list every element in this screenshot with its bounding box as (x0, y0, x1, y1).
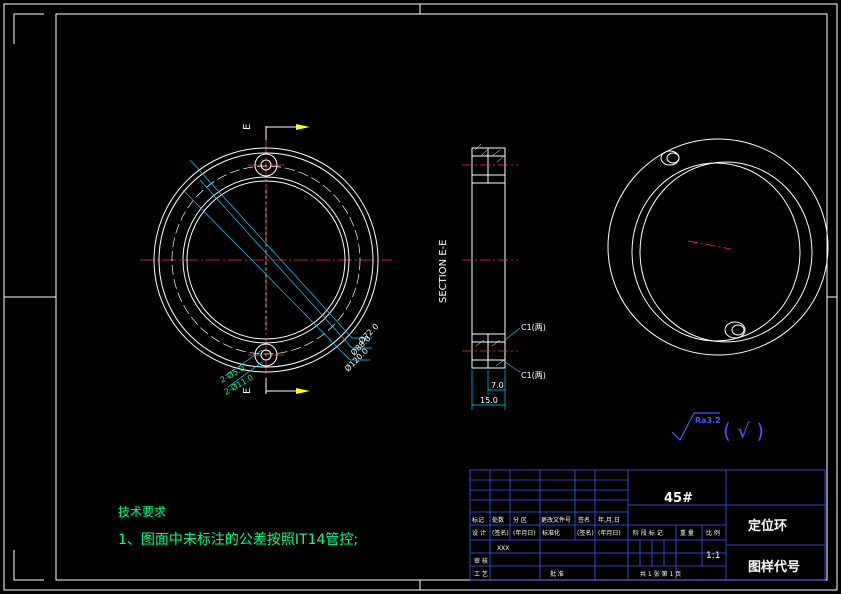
drawing-border (3, 3, 838, 591)
dim-step: 7.0 (491, 381, 504, 390)
front-view: Ø72.0 Ø88.0 Ø120.0 2-Ø5.0 2-Ø11.0 E E (140, 124, 392, 397)
row-label-mark: 标记 (472, 516, 484, 524)
process-label: 工 艺 (474, 570, 488, 578)
row-label-change-doc: 更改文件号 (541, 516, 571, 524)
row-value-sign-1: (签名) (492, 529, 509, 537)
stage-mark-label: 阶 段 标 记 (633, 529, 663, 537)
section-mark-bottom: E (242, 388, 253, 394)
row-label-zone: 分 区 (513, 516, 527, 524)
approve-label: 批 准 (550, 570, 564, 578)
tech-req-heading: 技术要求 (118, 505, 166, 519)
sheet-info: 共 1 张 第 1 页 (640, 570, 681, 578)
surface-finish-note: ( √ ) (723, 419, 764, 443)
dim-thickness: 15.0 (480, 396, 498, 405)
row-label-count: 处数 (492, 516, 504, 524)
material-value: 45# (664, 491, 693, 506)
designer-name: XXX (497, 545, 509, 552)
row-value-date-1: (年月日) (513, 529, 536, 537)
row-label-signature: 签名 (578, 516, 590, 524)
scale-value: 1:1 (706, 551, 720, 561)
isometric-view (607, 138, 829, 356)
row-value-date-2: (年月日) (598, 529, 621, 537)
technical-requirements: 技术要求 1、图面中未标注的公差按照IT14管控; (118, 505, 358, 548)
row-value-design: 设 计 (472, 529, 486, 537)
drawing-code: 图样代号 (748, 559, 800, 575)
section-mark-top: E (242, 124, 253, 130)
section-view: SECTION E-E 15.0 7.0 C1(两) C1(两) (438, 143, 546, 410)
section-title: SECTION E-E (438, 240, 449, 303)
surface-roughness-value: Ra3.2 (695, 416, 721, 425)
cad-drawing: Ø72.0 Ø88.0 Ø120.0 2-Ø5.0 2-Ø11.0 E E SE… (3, 3, 838, 591)
title-block: 45# 定位环 图样代号 1:1 共 1 张 第 1 页 阶 段 标 记 重 量… (469, 469, 826, 581)
dim-chamfer-top: C1(两) (521, 323, 546, 332)
review-label: 审 核 (474, 557, 488, 565)
surface-finish-symbol: Ra3.2 ( √ ) (671, 412, 764, 443)
row-value-standard: 标准化 (542, 529, 560, 537)
tech-req-item: 1、图面中未标注的公差按照IT14管控; (118, 532, 358, 548)
part-name: 定位环 (747, 518, 787, 534)
dim-chamfer-bottom: C1(两) (521, 371, 546, 380)
row-value-sign-2: (签名) (577, 529, 594, 537)
weight-label: 重 量 (680, 529, 694, 537)
row-label-date: 年,月,日 (598, 516, 620, 524)
scale-label: 比 例 (706, 529, 720, 537)
